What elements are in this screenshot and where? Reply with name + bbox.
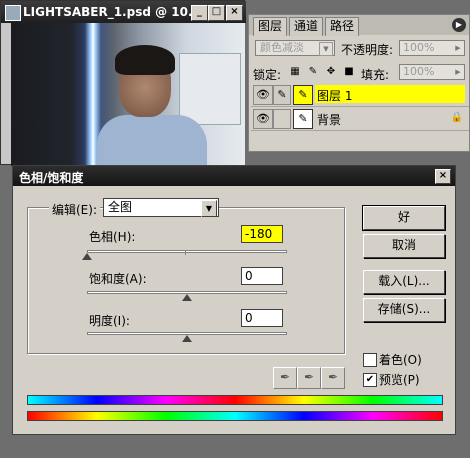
maximize-button[interactable]: □ (208, 5, 225, 21)
lock-all-icon[interactable]: ■ (343, 66, 355, 78)
layer-row-background[interactable]: 👁 ✎ 背景 🔒 (251, 107, 469, 131)
layers-panel: 图层 通道 路径 ▶ 颜色减淡 ▼ 不透明度: 100% ▶ 锁定: ▦ ✎ ✥… (248, 14, 470, 152)
layer-thumbnail: ✎ (293, 85, 313, 105)
panel-tabs: 图层 通道 路径 ▶ (249, 15, 469, 36)
photoshop-doc-icon (5, 5, 21, 21)
layer-thumbnail: ✎ (293, 109, 313, 129)
colorize-checkbox[interactable] (363, 353, 377, 367)
opacity-field[interactable]: 100% ▶ (399, 40, 465, 56)
canvas-image[interactable] (11, 23, 245, 166)
input-hue-bar (27, 411, 443, 421)
layer-name: 图层 1 (317, 89, 353, 103)
lightness-label: 明度(I): (89, 314, 130, 328)
save-button[interactable]: 存储(S)... (363, 298, 445, 322)
brush-icon[interactable]: ✎ (273, 85, 291, 105)
lock-transparent-icon[interactable]: ▦ (289, 66, 301, 78)
lock-icon: 🔒 (450, 112, 463, 123)
document-window: LIGHTSABER_1.psd @ 10... _ □ × (0, 0, 246, 166)
person-shirt (97, 115, 207, 166)
dialog-title-bar[interactable]: 色相/饱和度 × (13, 166, 455, 186)
link-slot[interactable] (273, 109, 291, 129)
edit-range-select[interactable]: 全图 ▼ (103, 198, 219, 217)
hue-slider-thumb[interactable] (82, 253, 92, 260)
blend-mode-select[interactable]: 颜色减淡 ▼ (255, 40, 335, 56)
saturation-input[interactable]: 0 (241, 267, 283, 285)
opacity-label: 不透明度: (341, 43, 394, 57)
edit-label: 编辑(E): (49, 201, 100, 218)
hue-label: 色相(H): (89, 230, 136, 244)
fill-field[interactable]: 100% ▶ (399, 64, 465, 80)
tab-channels[interactable]: 通道 (289, 17, 324, 36)
ok-button[interactable]: 好 (362, 205, 446, 231)
eyedropper-plus-icon[interactable]: ✒ (297, 367, 321, 389)
arrow-right-icon[interactable]: ▶ (452, 18, 466, 32)
eyedropper-icon[interactable]: ✒ (273, 367, 297, 389)
eye-icon[interactable]: 👁 (253, 109, 273, 129)
lock-label: 锁定: (253, 68, 282, 82)
cancel-button[interactable]: 取消 (363, 234, 445, 258)
chevron-down-icon: ▼ (201, 200, 217, 217)
hue-input[interactable]: -180 (241, 225, 283, 243)
dialog-title: 色相/饱和度 (19, 171, 84, 185)
document-title: LIGHTSABER_1.psd @ 10... (23, 5, 202, 19)
person-hair (115, 45, 175, 75)
output-hue-bar (27, 395, 443, 405)
chevron-down-icon: ▼ (319, 42, 333, 56)
minimize-button[interactable]: _ (191, 5, 208, 21)
tab-paths[interactable]: 路径 (325, 17, 360, 36)
wall-chart (179, 53, 241, 125)
hue-slider-track[interactable] (87, 250, 287, 253)
lock-brush-icon[interactable]: ✎ (307, 66, 319, 78)
preview-checkbox[interactable]: ✔ (363, 373, 377, 387)
eye-icon[interactable]: 👁 (253, 85, 273, 105)
arrow-right-small-icon: ▶ (455, 44, 461, 52)
close-document-button[interactable]: × (226, 5, 243, 21)
close-icon[interactable]: × (435, 169, 451, 184)
saturation-slider-thumb[interactable] (182, 294, 192, 301)
lightness-input[interactable]: 0 (241, 309, 283, 327)
hue-saturation-dialog: 色相/饱和度 × 编辑(E): 全图 ▼ 色相(H): -180 饱和度(A):… (12, 165, 456, 435)
tab-layers[interactable]: 图层 (253, 17, 288, 36)
colorize-label: 着色(O) (379, 353, 422, 367)
arrow-right-small-icon: ▶ (455, 68, 461, 76)
fill-label: 填充: (361, 68, 390, 82)
lightness-slider-thumb[interactable] (182, 335, 192, 342)
document-title-bar[interactable]: LIGHTSABER_1.psd @ 10... _ □ × (1, 1, 246, 23)
preview-label: 预览(P) (379, 373, 420, 387)
eyedropper-minus-icon[interactable]: ✒ (321, 367, 345, 389)
saturation-label: 饱和度(A): (89, 272, 147, 286)
load-button[interactable]: 载入(L)... (363, 270, 445, 294)
layer-row-1[interactable]: 👁 ✎ ✎ 图层 1 (251, 83, 469, 107)
layer-name: 背景 (317, 113, 342, 127)
hue-slider-center-tick (185, 251, 186, 255)
lock-move-icon[interactable]: ✥ (325, 66, 337, 78)
